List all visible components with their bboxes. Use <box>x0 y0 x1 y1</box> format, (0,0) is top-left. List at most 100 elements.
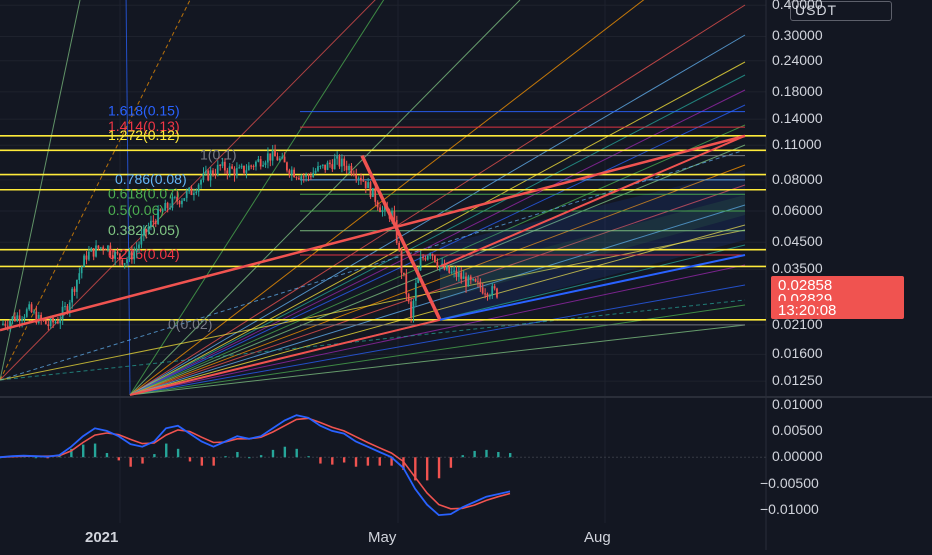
candle-body <box>97 245 100 249</box>
candle-body <box>80 266 83 274</box>
candle-body <box>128 251 131 260</box>
candle-body <box>317 166 319 171</box>
candle-body <box>152 220 155 222</box>
candle-body <box>49 317 52 327</box>
candle-body <box>250 165 253 167</box>
countdown-tag: 13:20:08 <box>771 301 904 319</box>
candle-body <box>400 249 403 273</box>
candle-body <box>223 161 226 171</box>
macd-histogram-bar <box>105 453 109 458</box>
candle-body <box>78 273 81 280</box>
macd-histogram-bar <box>141 457 144 464</box>
candle-body <box>278 158 281 161</box>
candle-body <box>238 167 241 169</box>
fib-label: 0.236(0.04) <box>108 246 180 262</box>
candle-body <box>340 158 343 167</box>
candle-body <box>243 165 245 173</box>
candle-body <box>259 159 262 167</box>
candle-body <box>426 255 429 260</box>
candle-body <box>379 207 381 213</box>
candle-body <box>212 170 214 175</box>
macd-histogram-bar <box>93 443 97 458</box>
candle-body <box>159 209 162 212</box>
candle-body <box>412 300 415 318</box>
candle-body <box>209 170 212 181</box>
macd-histogram-bar <box>331 457 334 465</box>
candle-body <box>465 276 467 287</box>
candle-body <box>157 209 159 225</box>
candle-body <box>231 166 233 169</box>
candle-body <box>357 177 360 179</box>
candle-body <box>235 168 238 176</box>
candle-body <box>476 281 479 283</box>
candle-body <box>71 288 74 303</box>
price-scale-label: 0.08000 <box>772 170 823 187</box>
macd-histogram-bar <box>283 446 287 458</box>
candle-body <box>486 293 489 297</box>
candle-body <box>293 169 295 178</box>
price-scale-label: 0.30000 <box>772 27 823 44</box>
candle-body <box>307 174 310 176</box>
candle-body <box>376 201 379 208</box>
candle-body <box>118 253 121 260</box>
candle-body <box>410 301 412 318</box>
candle-body <box>214 174 217 176</box>
candle-body <box>23 316 26 319</box>
macd-histogram-bar <box>342 457 346 463</box>
candle-body <box>240 165 243 168</box>
candle-body <box>102 247 105 250</box>
candle-body <box>195 191 198 194</box>
macd-indicator <box>0 414 766 517</box>
candle-body <box>200 179 202 185</box>
candle-body <box>333 158 336 170</box>
fan-line <box>129 144 746 396</box>
candle-body <box>305 174 307 177</box>
macd-histogram-bar <box>378 457 381 466</box>
candle-body <box>271 150 274 161</box>
candle-body <box>33 311 35 313</box>
candle-body <box>431 254 434 256</box>
candle-body <box>21 318 23 322</box>
time-axis-label: Aug <box>584 529 611 546</box>
fan-line <box>129 264 746 396</box>
candle-body <box>145 229 147 233</box>
candle-body <box>87 251 90 260</box>
candle-body <box>472 279 474 281</box>
candle-body <box>312 172 315 178</box>
candle-body <box>233 168 236 176</box>
candle-body <box>276 156 279 161</box>
macd-histogram-bar <box>82 444 85 458</box>
candle-body <box>25 309 28 317</box>
candle-body <box>183 198 186 201</box>
price-scale-label: 0.40000 <box>772 0 823 13</box>
candle-body <box>374 188 377 202</box>
macd-signal-line <box>0 417 511 510</box>
candle-body <box>319 165 322 167</box>
price-scale-label: 0.11000 <box>772 136 822 153</box>
macd-histogram-bar <box>129 457 132 467</box>
candle-body <box>321 164 324 166</box>
candle-body <box>6 325 9 327</box>
price-scale-label: 0.03500 <box>772 260 823 277</box>
candle-body <box>281 156 284 159</box>
candle-body <box>4 323 7 326</box>
candle-body <box>496 288 498 298</box>
macd-histogram-bar <box>200 457 204 466</box>
macd-histogram-bar <box>248 457 251 459</box>
candle-body <box>95 245 97 257</box>
candle-body <box>362 180 365 182</box>
candle-body <box>481 287 484 294</box>
candle-body <box>309 175 312 178</box>
macd-histogram-bar <box>188 457 192 462</box>
candle-body <box>405 274 408 295</box>
candle-body <box>121 259 124 265</box>
candle-body <box>245 170 248 173</box>
candle-body <box>484 293 486 295</box>
candle-body <box>228 166 231 174</box>
macd-histogram-bar <box>425 457 429 481</box>
macd-histogram-bar <box>473 450 476 458</box>
macd-histogram-bar <box>437 457 441 479</box>
candle-body <box>266 153 269 163</box>
candle-body <box>488 295 491 297</box>
candle-body <box>181 200 183 205</box>
